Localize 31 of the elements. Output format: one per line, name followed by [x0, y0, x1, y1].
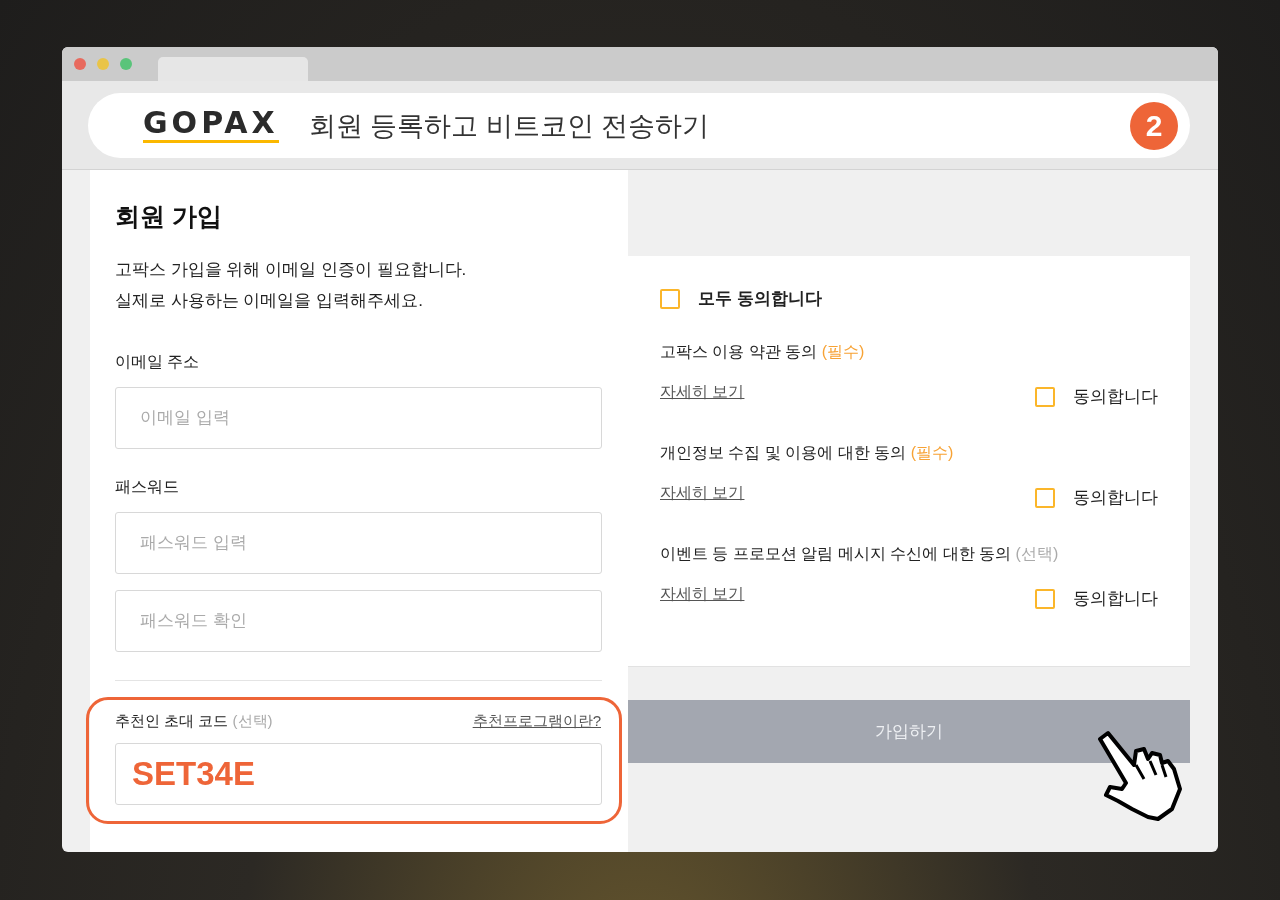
browser-tab[interactable] — [158, 57, 308, 81]
view-details-link[interactable]: 자세히 보기 — [660, 483, 745, 504]
page-heading: 회원 가입 — [115, 201, 223, 232]
description-text: 고팍스 가입을 위해 이메일 인증이 필요합니다. — [115, 259, 467, 281]
checkbox[interactable] — [1035, 487, 1055, 508]
logo: GOPAX — [143, 108, 279, 143]
checkbox[interactable] — [1035, 386, 1055, 407]
banner-title: 회원 등록하고 비트코인 전송하기 — [308, 109, 711, 143]
checkbox[interactable] — [1035, 588, 1055, 609]
minimize-button[interactable] — [97, 58, 109, 70]
term-title: 고팍스 이용 약관 동의 (필수) — [660, 342, 865, 362]
term-title: 이벤트 등 프로모션 알림 메시지 수신에 대한 동의 (선택) — [660, 544, 1059, 564]
term-title: 개인정보 수집 및 이용에 대한 동의 (필수) — [660, 443, 954, 463]
email-field[interactable]: 이메일 입력 — [115, 387, 602, 449]
view-details-link[interactable]: 자세히 보기 — [660, 584, 745, 605]
checkbox[interactable] — [660, 288, 680, 309]
password-field[interactable]: 패스워드 입력 — [115, 512, 602, 574]
agree-all-label: 모두 동의합니다 — [698, 288, 822, 310]
maximize-button[interactable] — [120, 58, 132, 70]
field-label: 이메일 주소 — [115, 352, 200, 372]
view-details-link[interactable]: 자세히 보기 — [660, 382, 745, 403]
agree-label: 동의합니다 — [1073, 588, 1158, 610]
agree-label: 동의합니다 — [1073, 386, 1158, 408]
password-field[interactable]: 패스워드 확인 — [115, 590, 602, 652]
referral-label: 추천인 초대 코드 (선택) — [115, 712, 273, 731]
close-button[interactable] — [74, 58, 86, 70]
agree-label: 동의합니다 — [1073, 487, 1158, 509]
step-badge: 2 — [1130, 101, 1178, 150]
field-label: 패스워드 — [115, 477, 179, 497]
referral-program-link[interactable]: 추천프로그램이란? — [472, 712, 601, 731]
description-text: 실제로 사용하는 이메일을 입력해주세요. — [115, 290, 423, 312]
